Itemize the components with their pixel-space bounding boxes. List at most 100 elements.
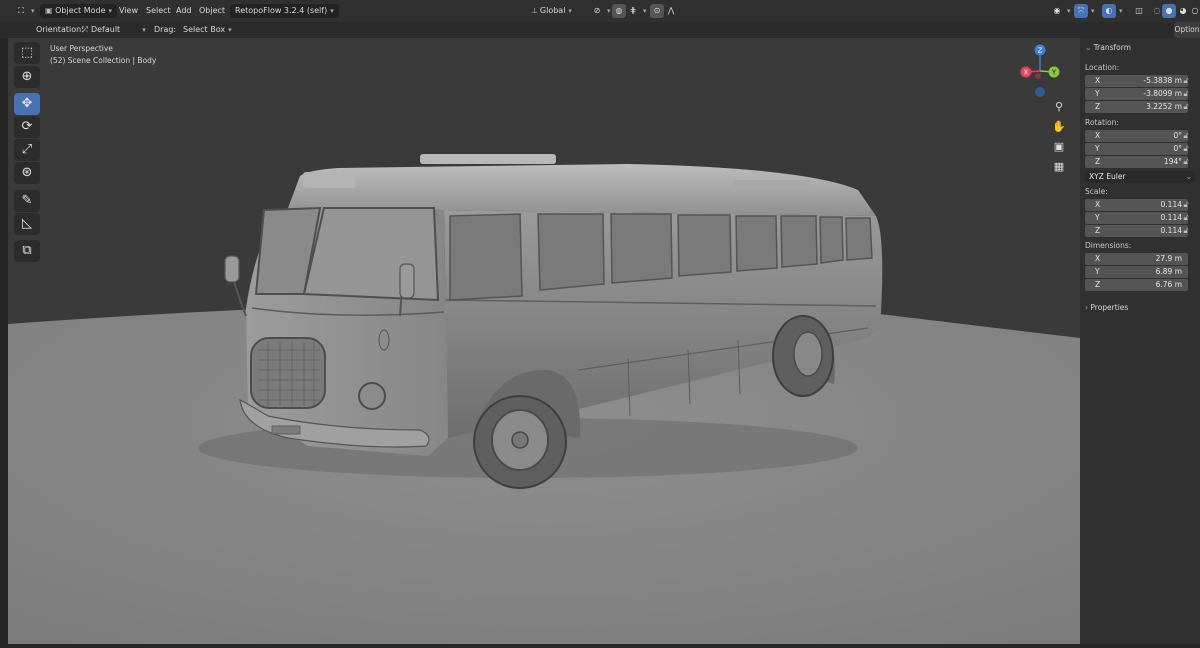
cursor-tool[interactable]: ⊕	[14, 66, 40, 88]
menu-object[interactable]: Object	[199, 4, 225, 18]
measure-tool[interactable]: ◺	[14, 213, 40, 235]
dimensions-label: Dimensions:	[1085, 241, 1132, 250]
gizmo-icon: ⤧	[1074, 4, 1088, 18]
transform-orientation-dropdown[interactable]: ⟂ Global ▾	[532, 4, 572, 18]
ortho-toggle-button[interactable]: ▦	[1050, 158, 1068, 176]
xray-toggle[interactable]: ◫	[1132, 4, 1146, 18]
editor-type-button[interactable]: ⛶ ▾	[14, 4, 34, 18]
select-box-tool[interactable]: ⬚	[14, 42, 40, 64]
transform-panel-header[interactable]: ⌄ Transform	[1085, 43, 1131, 52]
snap-target-dropdown[interactable]: ⋕ ▾	[626, 4, 647, 18]
move-tool[interactable]: ✥	[14, 93, 40, 115]
eye-icon: ◉	[1053, 6, 1061, 15]
drag-dropdown[interactable]: Select Box ▾	[183, 23, 232, 37]
orientation-text: Orientation:	[36, 25, 84, 34]
annotate-tool[interactable]: ✎	[14, 190, 40, 212]
rotation-y-field[interactable]: Y 0°	[1085, 143, 1188, 155]
options-button[interactable]: Option	[1174, 22, 1200, 38]
rotate-tool[interactable]: ⟳	[14, 116, 40, 138]
gizmo-z-label: Z	[1038, 47, 1043, 55]
dimensions-x-field[interactable]: X 27.9 m	[1085, 253, 1188, 265]
scale-y-field[interactable]: Y 0.114	[1085, 212, 1188, 224]
location-x-field[interactable]: X -5.3838 m	[1085, 75, 1188, 87]
rotation-x-field[interactable]: X 0°	[1085, 130, 1188, 142]
falloff-dropdown[interactable]: ⋀	[664, 4, 678, 18]
proportional-edit-toggle[interactable]: ⊙	[650, 4, 664, 18]
visibility-dropdown[interactable]: ◉ ▾	[1050, 4, 1071, 18]
collection-info: (52) Scene Collection | Body	[50, 56, 157, 65]
lock-icon[interactable]: 🔓︎	[1180, 212, 1192, 224]
grid-icon: ▦	[1053, 160, 1065, 173]
front-wheel-hub	[511, 431, 529, 449]
lock-icon[interactable]: 🔓︎	[1180, 143, 1192, 155]
cursor-icon: ⊕	[21, 69, 33, 84]
shading-solid-button[interactable]: ●	[1162, 4, 1176, 18]
rotation-z-field[interactable]: Z 194°	[1085, 156, 1188, 168]
editor-type-icon: ⛶	[18, 6, 24, 15]
scale-label: Scale:	[1085, 187, 1108, 196]
view-name: User Perspective	[50, 44, 113, 53]
chevron-down-icon: ⌄	[1185, 172, 1192, 181]
lock-icon[interactable]: 🔓︎	[1180, 75, 1192, 87]
pencil-icon: ✎	[21, 193, 33, 208]
license-plate	[271, 425, 301, 435]
retopoflow-label: RetopoFlow 3.2.4 (self)	[235, 6, 328, 15]
dimensions-z-field[interactable]: Z 6.76 m	[1085, 279, 1188, 291]
orientation-dropdown[interactable]: ⤱ Default ▾	[82, 23, 146, 37]
proportional-edit-icon: ⊙	[650, 4, 664, 18]
axes-icon: ⟂	[532, 6, 538, 15]
transform-tool[interactable]: ⊛	[14, 162, 40, 184]
location-y-field[interactable]: Y -3.8099 m	[1085, 88, 1188, 100]
link-icon: ⊘	[593, 6, 601, 15]
menu-select[interactable]: Select	[146, 4, 171, 18]
add-cube-tool[interactable]: ⧉	[14, 240, 40, 262]
orientation-label: Global	[539, 6, 566, 15]
scale-x-field[interactable]: X 0.114	[1085, 199, 1188, 211]
retopoflow-menu[interactable]: RetopoFlow 3.2.4 (self) ▾	[230, 4, 339, 18]
left-mirror	[224, 255, 240, 283]
select-box-icon: ⬚	[20, 45, 34, 60]
lock-icon[interactable]: 🔓︎	[1180, 130, 1192, 142]
menu-view[interactable]: View	[119, 4, 138, 18]
lock-icon[interactable]: 🔓︎	[1180, 156, 1192, 168]
side-window-door	[449, 213, 523, 301]
transform-title: Transform	[1093, 43, 1131, 52]
bottom-edge	[0, 644, 1200, 648]
rotation-mode-dropdown[interactable]: XYZ Euler ⌄	[1085, 171, 1195, 183]
mode-dropdown[interactable]: ▣ Object Mode ▾	[40, 4, 118, 18]
pan-button[interactable]: ✋	[1050, 118, 1068, 136]
zoom-button[interactable]: ⚲	[1050, 98, 1068, 116]
pivot-dropdown[interactable]: ⊘ ▾	[590, 4, 611, 18]
dimensions-y-field[interactable]: Y 6.89 m	[1085, 266, 1188, 278]
location-z-field[interactable]: Z 3.2252 m	[1085, 101, 1188, 113]
overlay-toggle[interactable]: ◐ ▾	[1102, 4, 1123, 18]
scale-tool[interactable]: ⤢	[14, 139, 40, 161]
drag-text: Drag:	[154, 25, 177, 34]
drag-value: Select Box	[183, 25, 226, 34]
camera-view-button[interactable]: ▣	[1050, 138, 1068, 156]
roof-vent-rear	[420, 154, 556, 164]
snap-toggle[interactable]: ◍	[612, 4, 626, 18]
menu-add[interactable]: Add	[176, 4, 192, 18]
roof-vent-front	[303, 172, 355, 188]
lock-icon[interactable]: 🔓︎	[1180, 225, 1192, 237]
lock-icon[interactable]: 🔓︎	[1180, 101, 1192, 113]
gizmo-y-label: Y	[1051, 69, 1057, 77]
scale-z-field[interactable]: Z 0.114	[1085, 225, 1188, 237]
viewport-header: ⛶ ▾ ▣ Object Mode ▾ View Select Add Object…	[0, 0, 1200, 22]
3d-viewport[interactable]: User Perspective (52) Scene Collection |…	[8, 38, 1080, 644]
properties-panel-header[interactable]: › Properties	[1085, 303, 1128, 312]
gizmo-toggle[interactable]: ⤧ ▾	[1074, 4, 1095, 18]
indicator-light	[378, 329, 390, 351]
side-window-3	[677, 214, 732, 277]
falloff-curve-icon: ⋀	[667, 6, 675, 15]
lock-icon[interactable]: 🔓︎	[1180, 88, 1192, 100]
windshield-right	[302, 207, 440, 302]
shading-rendered-button[interactable]: ○	[1188, 4, 1200, 18]
mode-label: Object Mode	[55, 6, 106, 15]
side-window-5	[780, 215, 818, 268]
left-edge-strip	[0, 38, 8, 648]
lock-icon[interactable]: 🔓︎	[1180, 199, 1192, 211]
collapse-chevron-icon: ⌄	[1085, 43, 1092, 52]
navigation-gizmo[interactable]: Z Y X	[1014, 42, 1068, 98]
